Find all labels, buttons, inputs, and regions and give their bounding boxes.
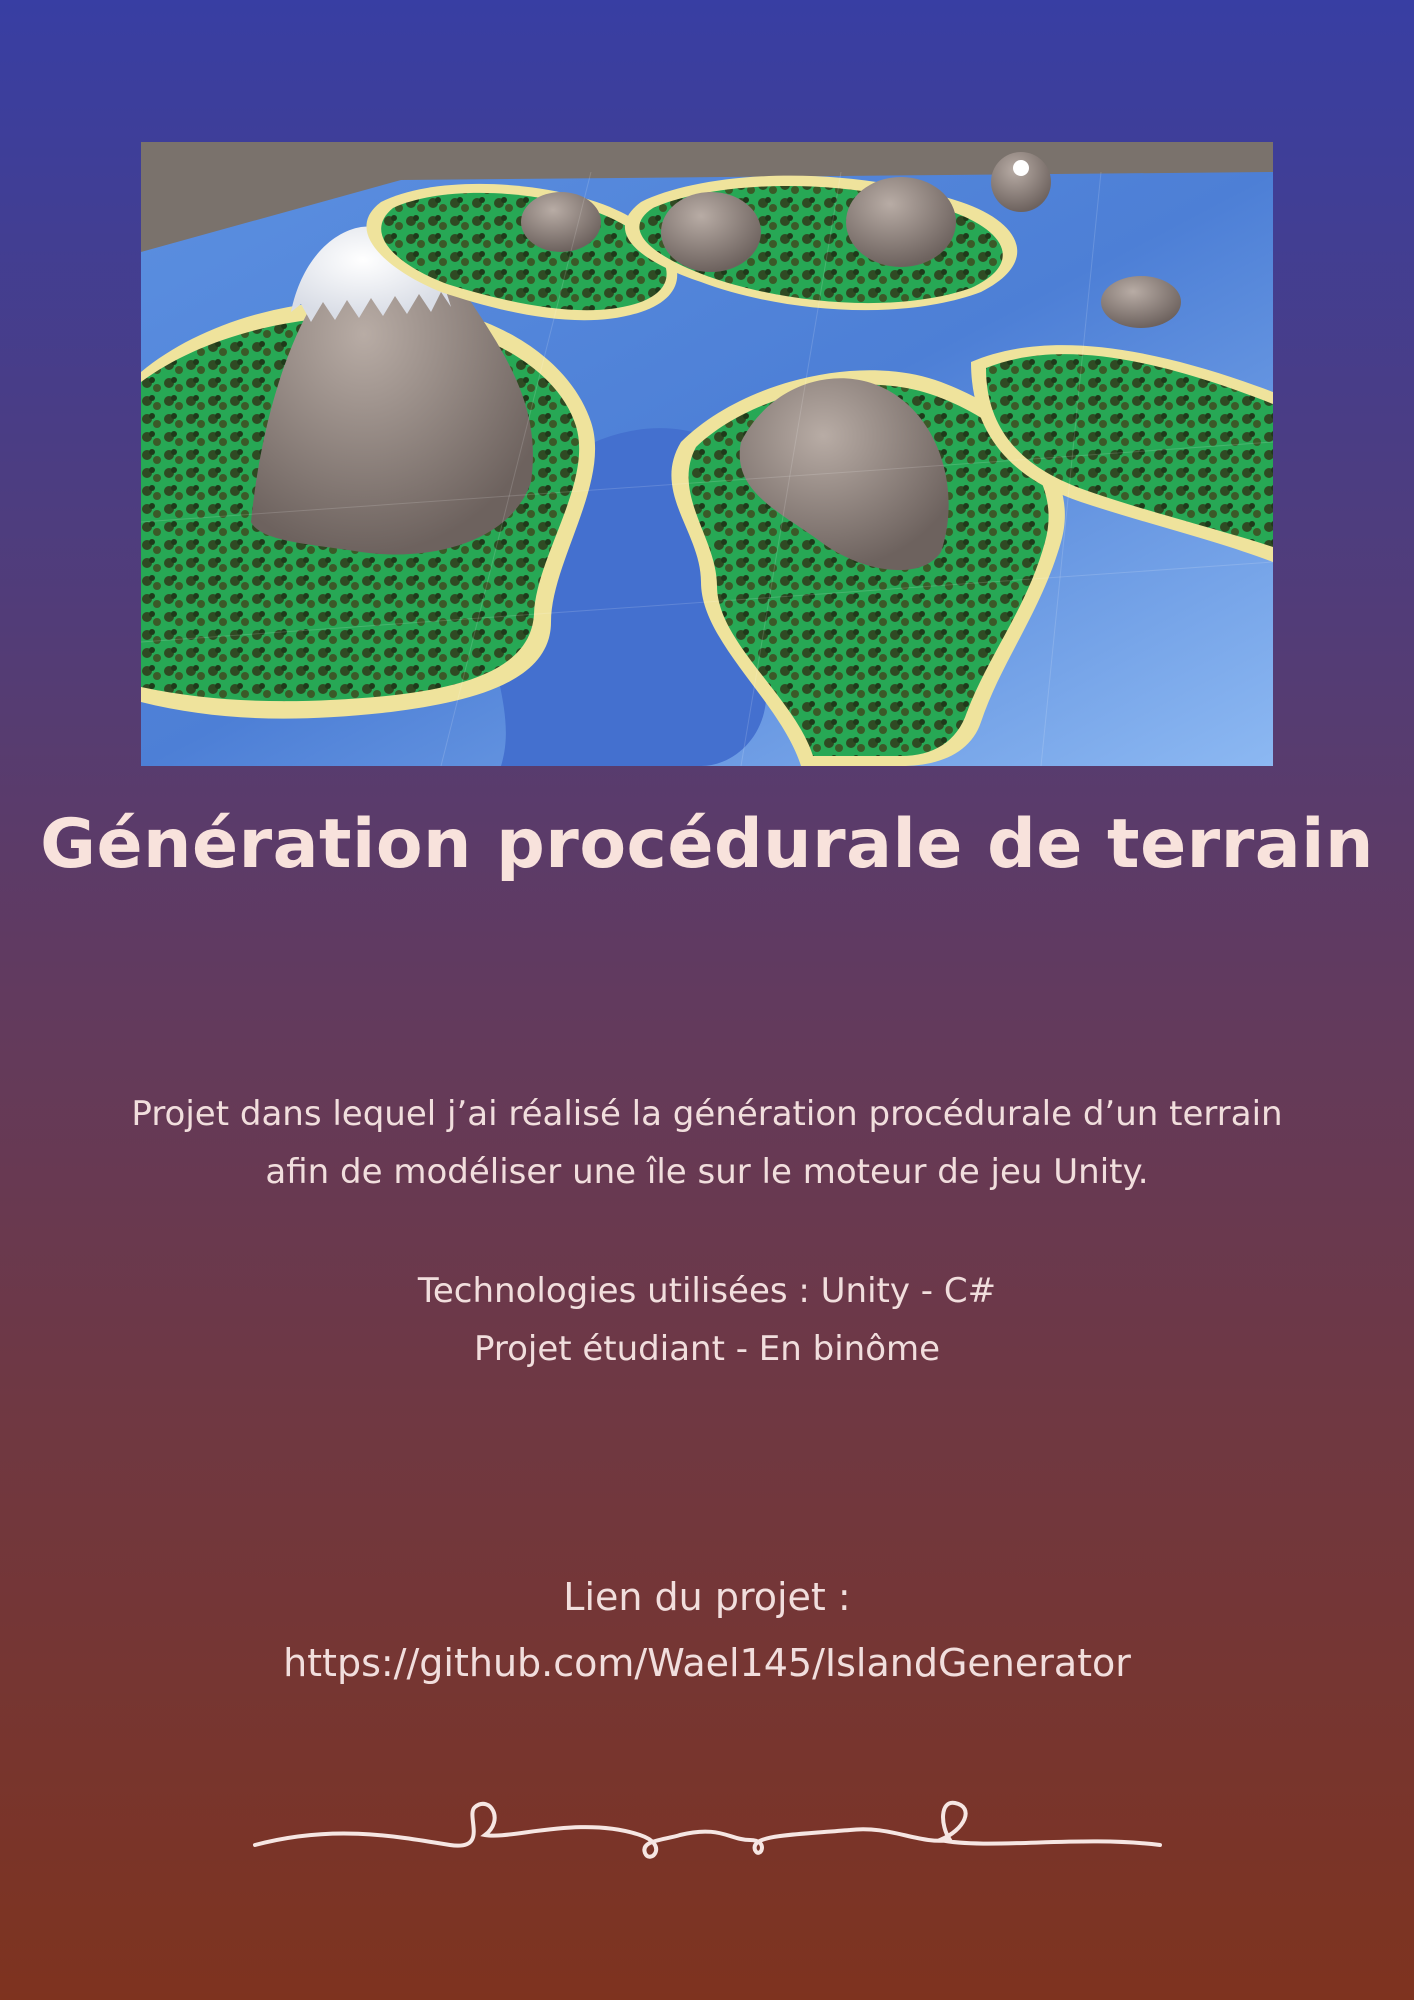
hero-image: [141, 142, 1273, 766]
terrain-render-illustration: [141, 142, 1273, 766]
page-title: Génération procédurale de terrain: [40, 805, 1374, 884]
project-details: Technologies utilisées : Unity - C# Proj…: [0, 1262, 1414, 1378]
technologies-text: Technologies utilisées : Unity - C#: [417, 1271, 997, 1311]
project-link-block: Lien du projet : https://github.com/Wael…: [0, 1564, 1414, 1696]
project-type-text: Projet étudiant - En binôme: [473, 1329, 941, 1369]
project-description: Projet dans lequel j’ai réalisé la génér…: [131, 1094, 1283, 1192]
project-link[interactable]: https://github.com/Wael145/IslandGenerat…: [283, 1641, 1131, 1685]
link-label: Lien du projet :: [563, 1575, 851, 1619]
decorative-flourish-icon: [253, 1800, 1162, 1859]
